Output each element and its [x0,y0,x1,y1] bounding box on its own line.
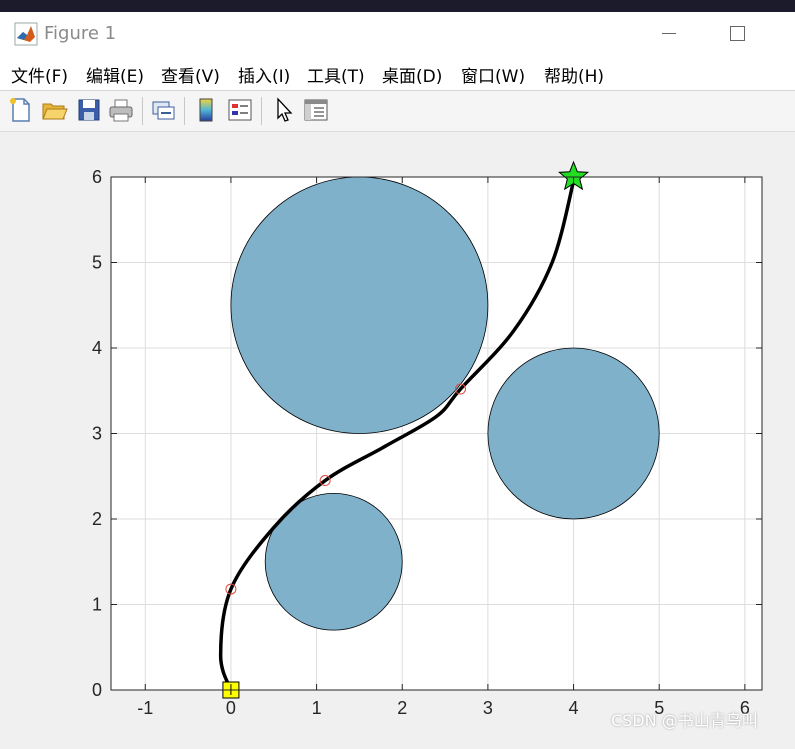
x-tick-label: 0 [226,698,236,718]
maximize-button[interactable] [714,12,760,56]
menu-help[interactable]: 帮助(H) [544,62,604,87]
menu-tools[interactable]: 工具(T) [307,62,365,87]
figure-window: Figure 1 文件(F) 编辑(E) 查看(V) 插入(I) 工具(T) 桌… [0,12,795,749]
print-icon[interactable] [107,96,135,124]
open-folder-icon[interactable] [40,96,68,124]
y-tick-label: 1 [92,595,102,615]
menu-file[interactable]: 文件(F) [11,62,68,87]
minimize-button[interactable] [646,12,692,56]
y-tick-label: 5 [92,253,102,273]
y-tick-label: 2 [92,509,102,529]
new-file-icon[interactable] [7,96,35,124]
save-icon[interactable] [75,96,103,124]
property-inspector-icon[interactable] [302,96,330,124]
y-tick-label: 3 [92,424,102,444]
title-bar: Figure 1 [0,12,795,56]
x-tick-label: 3 [483,698,493,718]
pointer-icon[interactable] [270,96,298,124]
x-tick-label: 2 [397,698,407,718]
toolbar-separator [261,97,262,125]
path-plot[interactable]: -1 0 1 2 3 4 5 60123456 [0,132,795,749]
watermark-text: CSDN @书山青鸟叫 [611,711,758,730]
x-tick-label: 4 [569,698,579,718]
y-tick-label: 6 [92,167,102,187]
colorbar-icon[interactable] [192,96,220,124]
menu-window[interactable]: 窗口(W) [461,62,525,87]
x-tick-label: 1 [312,698,322,718]
toolbar-separator [184,97,185,125]
y-tick-label: 4 [92,338,102,358]
obstacle-circle [487,347,660,520]
menu-view[interactable]: 查看(V) [161,62,220,87]
link-figure-icon[interactable] [149,96,177,124]
menu-insert[interactable]: 插入(I) [238,62,290,87]
matlab-logo-icon [14,22,38,46]
window-title: Figure 1 [44,23,117,44]
menu-desktop[interactable]: 桌面(D) [382,62,442,87]
menu-edit[interactable]: 编辑(E) [86,62,144,87]
x-tick-label: -1 [137,698,153,718]
menu-bar: 文件(F) 编辑(E) 查看(V) 插入(I) 工具(T) 桌面(D) 窗口(W… [0,56,795,91]
toolbar-separator [142,97,143,125]
figure-canvas: -1 0 1 2 3 4 5 6 0 1 2 3 4 5 6 [0,132,795,749]
obstacle-circle [230,176,489,434]
legend-icon[interactable] [226,96,254,124]
toolbar [0,91,795,132]
y-tick-label: 0 [92,680,102,700]
